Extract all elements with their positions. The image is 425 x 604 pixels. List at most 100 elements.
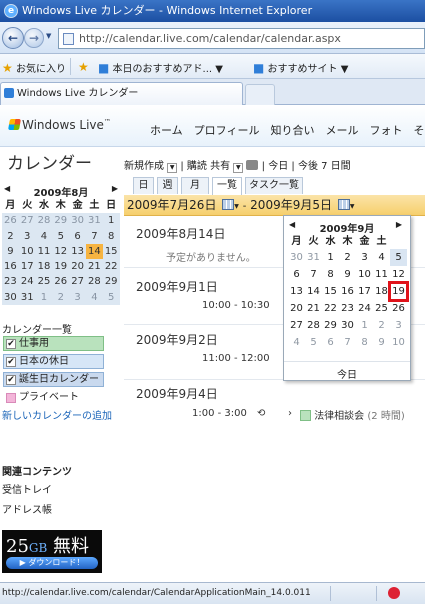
favorites-button[interactable]: ★ お気に入り xyxy=(2,60,66,75)
mini-calendar-day[interactable]: 4 xyxy=(85,289,103,306)
ad-download-button[interactable]: ▶ ダウンロード！ xyxy=(6,557,98,569)
mini-calendar-day[interactable]: 29 xyxy=(102,274,120,290)
date-picker-day[interactable]: 23 xyxy=(339,300,356,317)
mini-calendar-day[interactable]: 31 xyxy=(18,289,36,306)
event-time[interactable]: 10:00 - 10:30 xyxy=(202,300,270,311)
date-picker-day[interactable]: 3 xyxy=(390,317,407,334)
printer-icon[interactable] xyxy=(246,160,259,170)
mini-calendar-day[interactable]: 27 xyxy=(18,213,36,229)
mini-calendar-day[interactable]: 17 xyxy=(18,259,36,275)
mini-calendar-day[interactable]: 13 xyxy=(69,243,86,260)
date-picker-day[interactable]: 15 xyxy=(322,283,339,300)
mini-calendar-day[interactable]: 23 xyxy=(2,274,19,290)
fav-link-recommended-add-ons[interactable]: ■ 本日のおすすめアド... ▼ xyxy=(98,60,223,75)
tab-list[interactable]: 一覧 xyxy=(212,177,242,195)
security-icon[interactable] xyxy=(388,587,400,599)
calendar-item-holidays[interactable]: ✔ 日本の休日 xyxy=(3,354,104,369)
back-arrow-icon[interactable]: ← xyxy=(2,27,24,49)
mini-calendar-day[interactable]: 2 xyxy=(2,228,19,244)
date-picker-day[interactable]: 27 xyxy=(288,317,305,334)
add-calendar-link[interactable]: 新しいカレンダーの追加 xyxy=(2,410,112,424)
mini-calendar-day[interactable]: 8 xyxy=(102,228,120,244)
date-picker-day[interactable]: 19 xyxy=(388,281,409,302)
date-picker-day[interactable]: 28 xyxy=(305,317,322,334)
date-picker-day[interactable]: 20 xyxy=(288,300,305,317)
prev-month-icon[interactable]: ◀ xyxy=(4,184,10,193)
date-picker-day[interactable]: 9 xyxy=(373,334,390,351)
date-picker-day[interactable]: 5 xyxy=(390,249,407,266)
mini-calendar-day[interactable]: 14 xyxy=(85,243,103,260)
date-picker-day[interactable]: 30 xyxy=(288,249,305,266)
date-picker-day[interactable]: 1 xyxy=(322,249,339,266)
event-entry[interactable]: 法律相談会 (2 時間) xyxy=(300,407,405,422)
new-dropdown-icon[interactable]: ▼ xyxy=(167,163,178,173)
event-time[interactable]: 11:00 - 12:00 xyxy=(202,353,270,364)
date-picker-day[interactable]: 8 xyxy=(356,334,373,351)
ad-banner[interactable]: 25GB 無料 ▶ ダウンロード！ xyxy=(2,530,102,573)
calendar-picker-icon[interactable] xyxy=(337,199,350,210)
mini-calendar-day[interactable]: 2 xyxy=(52,289,70,306)
new-button[interactable]: 新規作成 xyxy=(124,161,164,172)
dropdown-icon[interactable]: ▼ xyxy=(234,203,239,210)
prev-month-icon[interactable]: ◀ xyxy=(289,220,295,229)
date-picker-day[interactable]: 17 xyxy=(356,283,373,300)
subscribe-button[interactable]: 購読 xyxy=(187,161,207,172)
date-picker-day[interactable]: 2 xyxy=(339,249,356,266)
date-picker-day[interactable]: 2 xyxy=(373,317,390,334)
date-picker-day[interactable]: 4 xyxy=(288,334,305,351)
checkbox[interactable] xyxy=(6,393,16,403)
mini-calendar-day[interactable]: 3 xyxy=(18,228,36,244)
calendar-picker-icon[interactable] xyxy=(222,199,235,210)
mini-calendar-day[interactable]: 16 xyxy=(2,259,19,275)
next-7-days-button[interactable]: 今後 7 日間 xyxy=(298,161,351,172)
mini-calendar-day[interactable]: 4 xyxy=(35,228,53,244)
mini-calendar-day[interactable]: 28 xyxy=(35,213,53,229)
event-time[interactable]: 1:00 - 3:00 xyxy=(192,408,247,419)
date-picker-day[interactable]: 24 xyxy=(356,300,373,317)
date-picker-day[interactable]: 31 xyxy=(305,249,322,266)
new-tab-button[interactable] xyxy=(245,84,275,105)
date-picker-day[interactable]: 10 xyxy=(356,266,373,283)
end-date[interactable]: 2009年9月5日 xyxy=(250,198,332,212)
checkbox[interactable]: ✔ xyxy=(6,339,16,349)
mini-calendar-day[interactable]: 26 xyxy=(2,213,19,229)
mini-calendar-day[interactable]: 1 xyxy=(102,213,120,229)
calendar-item-work[interactable]: ✔ 仕事用 xyxy=(3,336,104,351)
mini-calendar-day[interactable]: 29 xyxy=(52,213,70,229)
date-picker-day[interactable]: 5 xyxy=(305,334,322,351)
next-month-icon[interactable]: ▶ xyxy=(396,220,402,229)
related-inbox-link[interactable]: 受信トレイ xyxy=(2,481,52,496)
date-picker-day[interactable]: 6 xyxy=(288,266,305,283)
date-picker-day[interactable]: 7 xyxy=(339,334,356,351)
date-picker-day[interactable]: 16 xyxy=(339,283,356,300)
related-contacts-link[interactable]: アドレス帳 xyxy=(2,501,52,516)
mini-calendar-day[interactable]: 19 xyxy=(52,259,70,275)
mini-calendar-day[interactable]: 30 xyxy=(2,289,19,306)
date-picker-day[interactable]: 22 xyxy=(322,300,339,317)
date-picker-day[interactable]: 9 xyxy=(339,266,356,283)
mini-calendar-day[interactable]: 21 xyxy=(85,259,103,275)
mini-calendar-day[interactable]: 27 xyxy=(69,274,86,290)
nav-profile[interactable]: プロフィール xyxy=(194,124,260,137)
checkbox[interactable]: ✔ xyxy=(6,357,16,367)
today-button[interactable]: 今日 xyxy=(268,161,288,172)
mini-calendar-day[interactable]: 7 xyxy=(85,228,103,244)
mini-calendar-day[interactable]: 26 xyxy=(52,274,70,290)
mini-calendar-day[interactable]: 20 xyxy=(69,259,86,275)
fav-link-suggested-sites[interactable]: ■ おすすめサイト ▼ xyxy=(253,60,348,75)
mini-calendar-day[interactable]: 9 xyxy=(2,243,19,260)
url-input[interactable]: http://calendar.live.com/calendar/calend… xyxy=(58,28,425,49)
share-button[interactable]: 共有 xyxy=(210,161,230,172)
nav-home[interactable]: ホーム xyxy=(150,124,183,137)
tab-tasks[interactable]: タスク一覧 xyxy=(245,177,303,194)
nav-photos[interactable]: フォト xyxy=(369,124,402,137)
date-picker-day[interactable]: 18 xyxy=(373,283,390,300)
mini-calendar-day[interactable]: 1 xyxy=(35,289,53,306)
date-picker-day[interactable]: 30 xyxy=(339,317,356,334)
calendar-item-birthdays[interactable]: ✔ 誕生日カレンダー xyxy=(3,372,104,387)
date-picker-day[interactable]: 7 xyxy=(305,266,322,283)
nav-mail[interactable]: メール xyxy=(325,124,358,137)
mini-calendar-day[interactable]: 5 xyxy=(52,228,70,244)
mini-calendar-day[interactable]: 6 xyxy=(69,228,86,244)
checkbox[interactable]: ✔ xyxy=(6,375,16,385)
